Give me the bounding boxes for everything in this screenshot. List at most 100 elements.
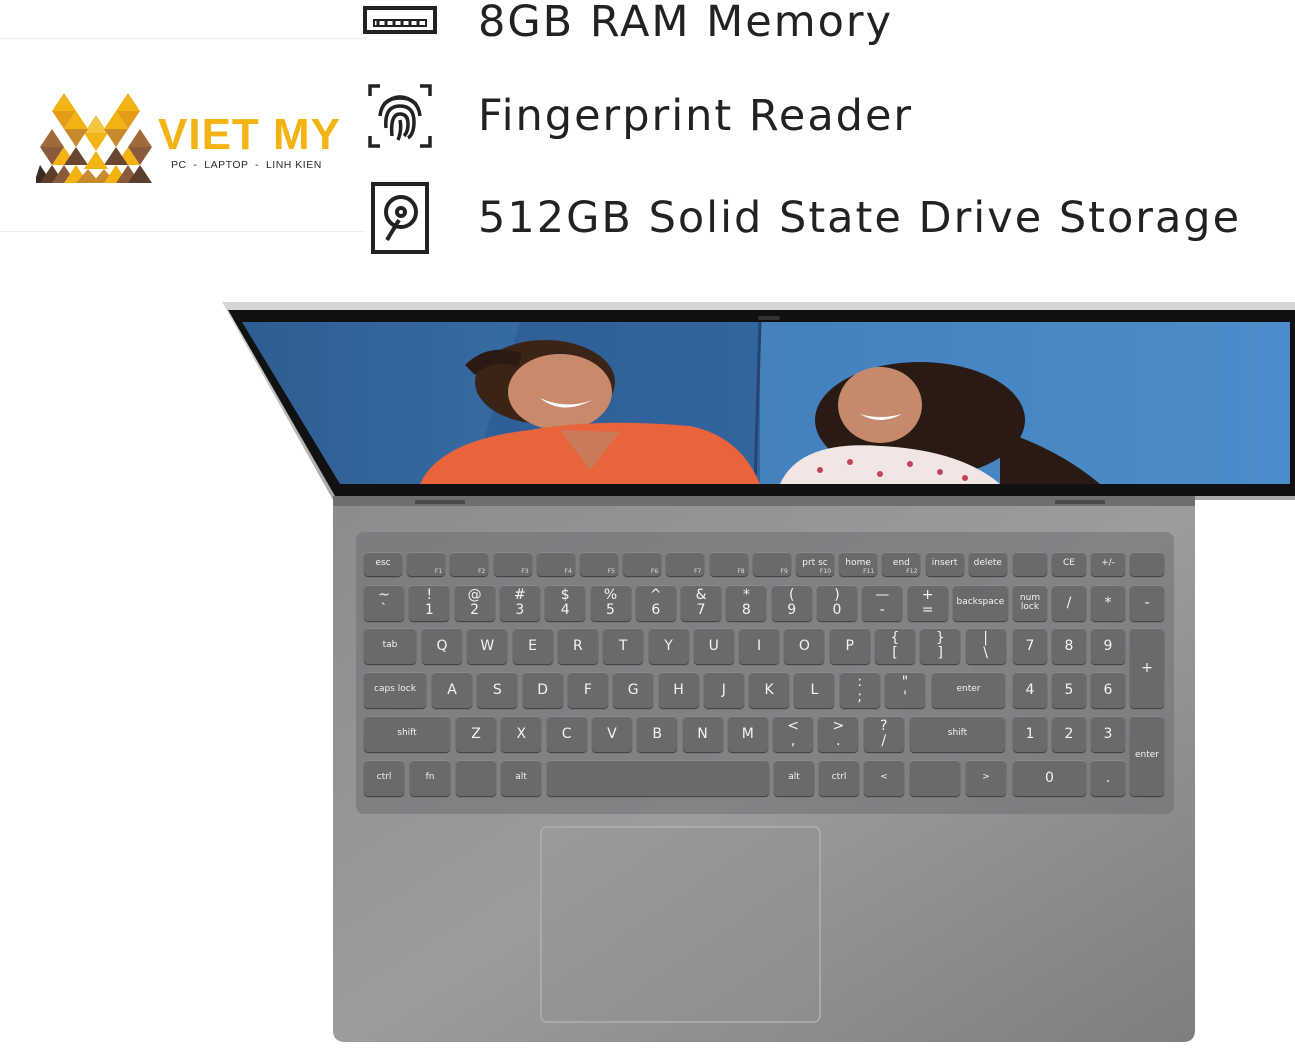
key-fn[interactable]: F6: [623, 552, 662, 576]
key-fn[interactable]: insert: [925, 552, 964, 576]
key-capslock[interactable]: caps lock: [364, 672, 426, 708]
key-fn[interactable]: F8: [709, 552, 748, 576]
key-letter[interactable]: K: [749, 672, 790, 708]
key-backspace[interactable]: backspace: [952, 585, 1008, 621]
key-fn[interactable]: F7: [666, 552, 705, 576]
key-numpad[interactable]: 7: [1013, 628, 1047, 664]
key-letter[interactable]: T: [603, 628, 644, 664]
key-letter[interactable]: E: [512, 628, 553, 664]
key-fn[interactable]: F9: [752, 552, 791, 576]
key-num[interactable]: + =: [907, 585, 948, 621]
key-letter[interactable]: | \: [965, 628, 1006, 664]
key-letter[interactable]: U: [693, 628, 734, 664]
key-num[interactable]: * 8: [726, 585, 767, 621]
key-num[interactable]: ^ 6: [635, 585, 676, 621]
key-shift-left[interactable]: shift: [364, 716, 450, 752]
key-letter[interactable]: > .: [818, 716, 859, 752]
key-fn[interactable]: esc: [364, 552, 402, 576]
key-fn[interactable]: F5: [580, 552, 618, 576]
key-modifier[interactable]: ctrl: [819, 760, 859, 796]
key-letter[interactable]: S: [477, 672, 518, 708]
key-num[interactable]: & 7: [681, 585, 722, 621]
key-letter[interactable]: ? /: [863, 716, 904, 752]
key-letter[interactable]: J: [703, 672, 744, 708]
key-num[interactable]: # 3: [499, 585, 540, 621]
key-numpad[interactable]: 3: [1091, 716, 1125, 752]
key-modifier[interactable]: alt: [501, 760, 541, 796]
key-numpad[interactable]: 4: [1013, 672, 1047, 708]
key-letter[interactable]: } ]: [920, 628, 961, 664]
key-numpad[interactable]: num lock: [1013, 585, 1047, 621]
key-numpad[interactable]: 5: [1052, 672, 1086, 708]
key-fn[interactable]: home F11: [839, 552, 878, 576]
key-tab[interactable]: tab: [364, 628, 416, 664]
key-fn[interactable]: F4: [536, 552, 575, 576]
key-modifier[interactable]: ctrl: [364, 760, 404, 796]
key-num[interactable]: ! 1: [409, 585, 450, 621]
key-numpad[interactable]: 8: [1052, 628, 1086, 664]
key-numpad[interactable]: 9: [1091, 628, 1125, 664]
key-letter[interactable]: M: [727, 716, 768, 752]
key-letter[interactable]: G: [613, 672, 654, 708]
key-letter[interactable]: Q: [422, 628, 462, 664]
key-num[interactable]: @ 2: [454, 585, 495, 621]
key-modifier[interactable]: <: [864, 760, 904, 796]
key-modifier[interactable]: alt: [774, 760, 814, 796]
key-numpad[interactable]: .: [1091, 760, 1125, 796]
key-letter[interactable]: N: [682, 716, 723, 752]
key-sublabel: F11: [863, 567, 875, 575]
key-letter[interactable]: D: [522, 672, 563, 708]
key-numpad[interactable]: [1013, 552, 1047, 576]
key-numpad[interactable]: 1: [1013, 716, 1047, 752]
key-shift-right[interactable]: shift: [910, 716, 1005, 752]
key-letter[interactable]: < ,: [773, 716, 814, 752]
key-fn[interactable]: end F12: [882, 552, 921, 576]
key-letter[interactable]: X: [501, 716, 542, 752]
key-num[interactable]: % 5: [590, 585, 631, 621]
key-modifier[interactable]: [456, 760, 496, 796]
key-fn[interactable]: F1: [407, 552, 446, 576]
key-fn[interactable]: prt sc F10: [796, 552, 834, 576]
key-letter[interactable]: C: [546, 716, 587, 752]
key-letter[interactable]: H: [658, 672, 699, 708]
key-letter[interactable]: I: [739, 628, 780, 664]
key-letter[interactable]: F: [567, 672, 608, 708]
key-num[interactable]: ( 9: [771, 585, 812, 621]
key-numpad[interactable]: 6: [1091, 672, 1125, 708]
key-fn[interactable]: delete: [968, 552, 1007, 576]
key-numpad-zero[interactable]: 0: [1013, 760, 1086, 796]
key-letter[interactable]: L: [794, 672, 835, 708]
key-numpad[interactable]: CE: [1052, 552, 1086, 576]
key-modifier[interactable]: [910, 760, 960, 796]
key-letter[interactable]: Z: [456, 716, 496, 752]
key-num[interactable]: ) 0: [817, 585, 857, 621]
key-fn[interactable]: F2: [450, 552, 489, 576]
key-numpad-plus[interactable]: +: [1130, 628, 1164, 708]
key-modifier[interactable]: >: [966, 760, 1006, 796]
key-letter[interactable]: O: [784, 628, 825, 664]
key-numpad[interactable]: -: [1130, 585, 1164, 621]
key-numpad-enter[interactable]: enter: [1130, 716, 1164, 796]
key-spacebar[interactable]: [547, 760, 769, 796]
key-letter[interactable]: W: [467, 628, 508, 664]
key-letter[interactable]: R: [557, 628, 598, 664]
key-numpad[interactable]: 2: [1052, 716, 1086, 752]
key-letter[interactable]: : ;: [839, 672, 880, 708]
key-letter[interactable]: A: [432, 672, 472, 708]
key-numpad[interactable]: +/-: [1091, 552, 1125, 576]
key-num[interactable]: ~ `: [364, 585, 404, 621]
key-letter[interactable]: P: [829, 628, 870, 664]
key-letter[interactable]: Y: [648, 628, 689, 664]
key-numpad[interactable]: [1130, 552, 1164, 576]
key-modifier[interactable]: fn: [410, 760, 450, 796]
key-letter[interactable]: { [: [875, 628, 915, 664]
key-num[interactable]: $ 4: [545, 585, 586, 621]
key-fn[interactable]: F3: [493, 552, 532, 576]
key-num[interactable]: — -: [862, 585, 903, 621]
key-enter[interactable]: enter: [932, 672, 1005, 708]
key-letter[interactable]: V: [591, 716, 632, 752]
key-letter[interactable]: B: [637, 716, 678, 752]
key-letter[interactable]: " ': [885, 672, 925, 708]
key-numpad[interactable]: *: [1091, 585, 1125, 621]
key-numpad[interactable]: /: [1052, 585, 1086, 621]
